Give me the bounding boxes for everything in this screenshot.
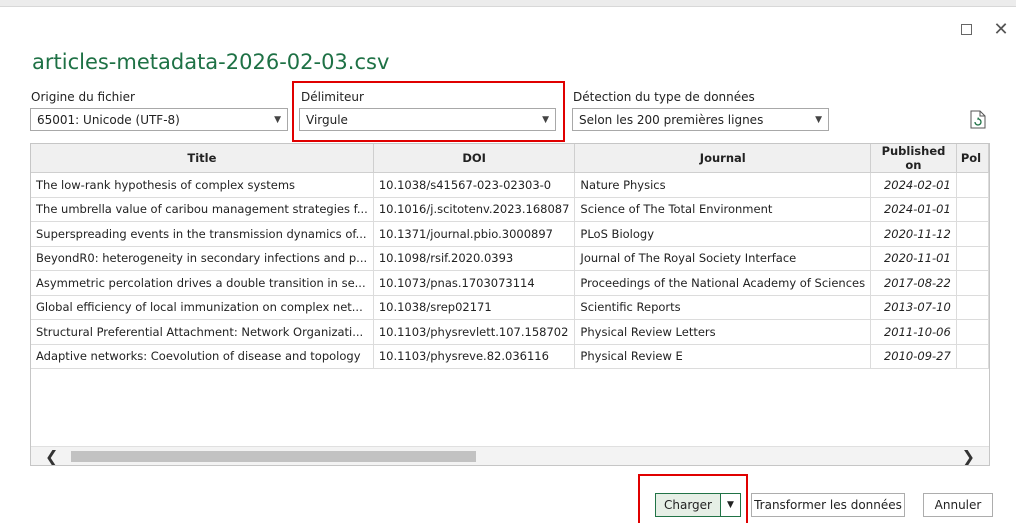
scroll-left-icon[interactable]: ❮ — [45, 447, 58, 465]
cell-published: 2017-08-22 — [870, 270, 957, 296]
cell-journal: Physical Review E — [574, 344, 872, 369]
chevron-down-icon: ▼ — [815, 114, 822, 125]
preview-table-container[interactable]: Title DOI Journal Published on Pol The l… — [30, 143, 990, 466]
scrollbar-thumb[interactable] — [71, 451, 476, 462]
cell-doi: 10.1098/rsif.2020.0393 — [373, 246, 576, 271]
cell-pol — [956, 295, 989, 320]
cell-title: Asymmetric percolation drives a double t… — [31, 270, 374, 296]
cell-doi: 10.1371/journal.pbio.3000897 — [373, 221, 576, 247]
origin-label: Origine du fichier — [31, 90, 135, 104]
cell-published: 2020-11-01 — [870, 246, 957, 271]
table-row: Structural Preferential Attachment: Netw… — [31, 319, 989, 345]
cell-journal: Science of The Total Environment — [574, 197, 872, 222]
column-header-pol: Pol — [956, 144, 989, 173]
cell-journal: Proceedings of the National Academy of S… — [574, 270, 872, 296]
dialog-title: articles-metadata-2026-02-03.csv — [32, 50, 390, 74]
cell-pol — [956, 319, 989, 345]
cell-title: BeyondR0: heterogeneity in secondary inf… — [31, 246, 374, 271]
cell-published: 2013-07-10 — [870, 295, 957, 320]
scroll-right-icon[interactable]: ❯ — [962, 447, 975, 465]
detection-value: Selon les 200 premières lignes — [579, 112, 764, 127]
cell-published: 2024-01-01 — [870, 197, 957, 222]
origin-select[interactable]: 65001: Unicode (UTF-8) ▼ — [30, 108, 288, 131]
table-row: Global efficiency of local immunization … — [31, 295, 989, 320]
cell-title: The umbrella value of caribou management… — [31, 197, 374, 222]
load-highlight-box — [638, 474, 748, 523]
preview-table: Title DOI Journal Published on Pol The l… — [31, 144, 989, 369]
cell-published: 2024-02-01 — [870, 172, 957, 198]
cell-pol — [956, 221, 989, 247]
column-header-published: Published on — [870, 144, 957, 173]
detection-label: Détection du type de données — [573, 90, 755, 104]
detection-select[interactable]: Selon les 200 premières lignes ▼ — [572, 108, 829, 131]
chevron-down-icon: ▼ — [274, 114, 281, 125]
horizontal-scrollbar[interactable]: ❮ ❯ — [31, 446, 989, 465]
cell-journal: Scientific Reports — [574, 295, 872, 320]
close-icon[interactable]: ✕ — [990, 18, 1012, 40]
cell-title: The low-rank hypothesis of complex syste… — [31, 172, 374, 198]
cell-pol — [956, 270, 989, 296]
column-header-doi: DOI — [373, 144, 576, 173]
cell-title: Structural Preferential Attachment: Netw… — [31, 319, 374, 345]
cell-journal: PLoS Biology — [574, 221, 872, 247]
cell-pol — [956, 344, 989, 369]
cancel-button[interactable]: Annuler — [923, 493, 993, 517]
table-row: Adaptive networks: Coevolution of diseas… — [31, 344, 989, 369]
cell-doi: 10.1038/srep02171 — [373, 295, 576, 320]
cell-title: Superspreading events in the transmissio… — [31, 221, 374, 247]
cell-pol — [956, 246, 989, 271]
cell-title: Global efficiency of local immunization … — [31, 295, 374, 320]
transform-data-button[interactable]: Transformer les données — [751, 493, 905, 517]
cell-journal: Physical Review Letters — [574, 319, 872, 345]
cell-published: 2010-09-27 — [870, 344, 957, 369]
table-row: Asymmetric percolation drives a double t… — [31, 270, 989, 296]
cell-doi: 10.1016/j.scitotenv.2023.168087 — [373, 197, 576, 222]
cell-pol — [956, 197, 989, 222]
cell-pol — [956, 172, 989, 198]
window-top-edge — [0, 0, 1016, 7]
refresh-icon[interactable] — [970, 110, 986, 129]
delimiter-highlight-box — [292, 81, 565, 142]
table-header-row: Title DOI Journal Published on Pol — [31, 144, 989, 173]
cell-doi: 10.1038/s41567-023-02303-0 — [373, 172, 576, 198]
cell-journal: Nature Physics — [574, 172, 872, 198]
cell-title: Adaptive networks: Coevolution of diseas… — [31, 344, 374, 369]
column-header-journal: Journal — [574, 144, 872, 173]
cell-doi: 10.1103/physreve.82.036116 — [373, 344, 576, 369]
cell-doi: 10.1073/pnas.1703073114 — [373, 270, 576, 296]
table-row: Superspreading events in the transmissio… — [31, 221, 989, 247]
maximize-icon[interactable] — [955, 18, 977, 40]
origin-value: 65001: Unicode (UTF-8) — [37, 112, 180, 127]
table-row: The low-rank hypothesis of complex syste… — [31, 172, 989, 198]
table-row: The umbrella value of caribou management… — [31, 197, 989, 222]
cell-published: 2020-11-12 — [870, 221, 957, 247]
cell-journal: Journal of The Royal Society Interface — [574, 246, 872, 271]
column-header-title: Title — [31, 144, 374, 173]
cell-doi: 10.1103/physrevlett.107.158702 — [373, 319, 576, 345]
cell-published: 2011-10-06 — [870, 319, 957, 345]
table-row: BeyondR0: heterogeneity in secondary inf… — [31, 246, 989, 271]
